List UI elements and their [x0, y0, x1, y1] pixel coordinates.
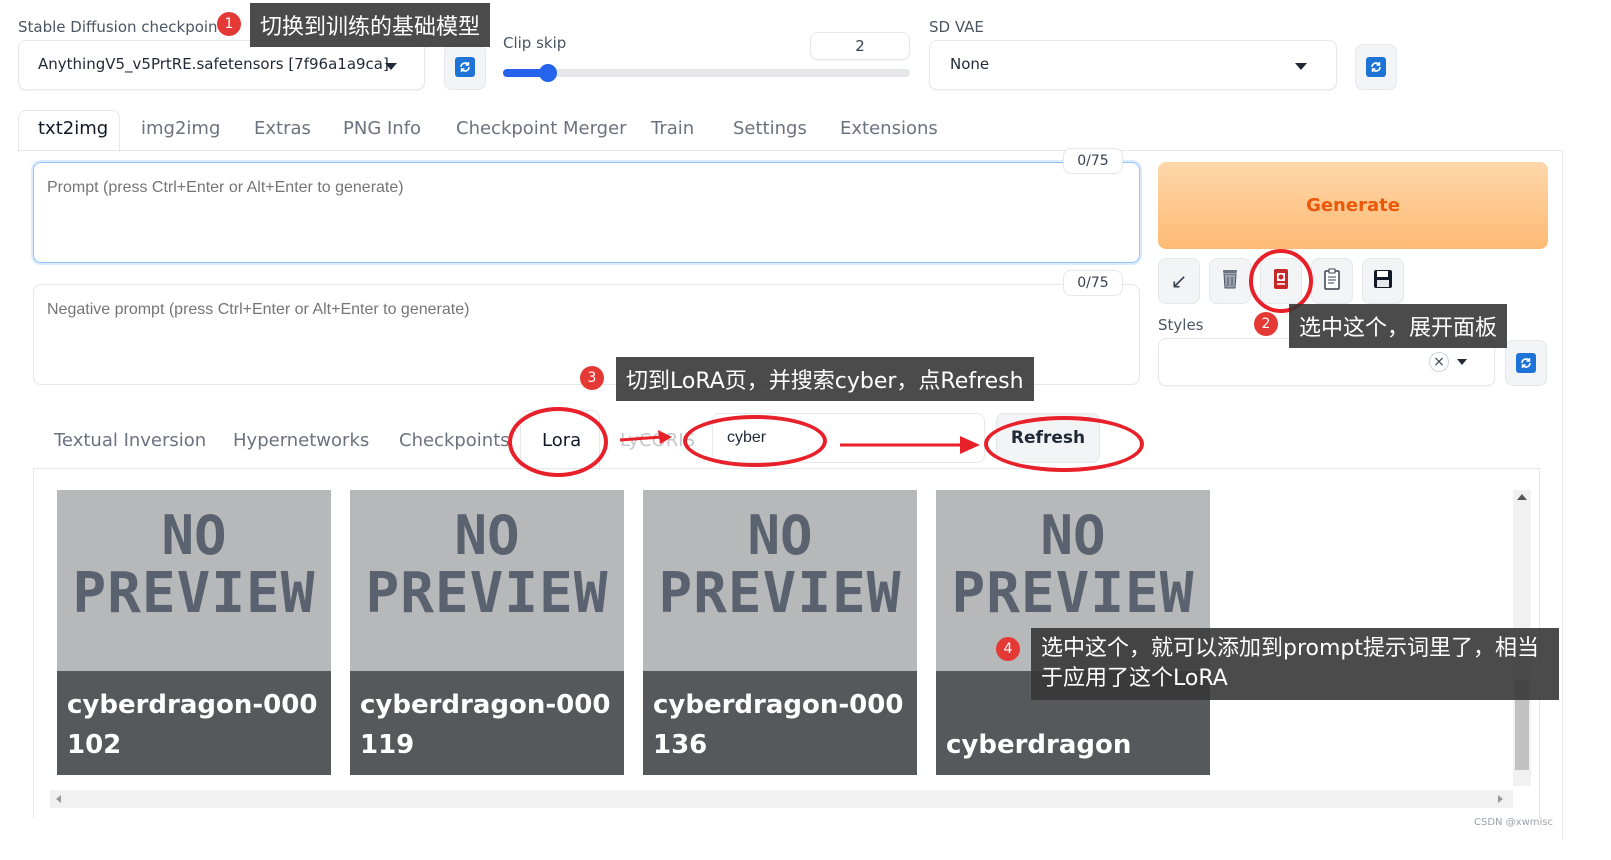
horizontal-scrollbar[interactable] [50, 790, 1513, 808]
lora-card[interactable]: NO PREVIEW cyberdragon-000102 [57, 490, 331, 775]
annotation-badge-3: 3 [580, 366, 604, 390]
no-preview-text-bottom: PREVIEW [658, 561, 902, 626]
styles-refresh-button[interactable] [1505, 340, 1547, 386]
no-preview-placeholder: NO PREVIEW [936, 508, 1210, 624]
clip-skip-handle[interactable] [538, 64, 557, 82]
annotation-badge-4: 4 [996, 637, 1020, 661]
annotation-badge-1: 1 [217, 12, 241, 36]
refresh-icon [455, 57, 475, 77]
annotation-callout-1: 切换到训练的基础模型 [250, 3, 491, 47]
checkpoint-refresh-button[interactable] [444, 44, 486, 90]
vae-value: None [950, 55, 990, 73]
clipboard-icon [1322, 268, 1342, 295]
tabs-divider [18, 150, 1563, 151]
tab-train[interactable]: Train [651, 118, 694, 139]
lora-card[interactable]: NO PREVIEW cyberdragon-000119 [350, 490, 624, 775]
annotation-badge-2: 2 [1254, 312, 1278, 336]
no-preview-text-bottom: PREVIEW [365, 561, 609, 626]
refresh-icon [1366, 57, 1386, 77]
tab-extras[interactable]: Extras [254, 118, 311, 139]
arrow-down-left-icon: ↙ [1170, 269, 1188, 293]
highlight-circle [508, 407, 608, 477]
tab-txt2img[interactable]: txt2img [38, 118, 108, 139]
annotation-callout-2: 选中这个，展开面板 [1289, 304, 1508, 348]
no-preview-text-bottom: PREVIEW [72, 561, 316, 626]
no-preview-text-top: NO [747, 504, 813, 567]
prompt-token-counter: 0/75 [1063, 148, 1123, 174]
no-preview-placeholder: NO PREVIEW [57, 508, 331, 624]
checkpoint-label: Stable Diffusion checkpoint [18, 18, 224, 36]
read-params-button[interactable]: ↙ [1158, 258, 1200, 304]
lora-card-name: cyberdragon-000102 [57, 671, 331, 775]
prompt-input[interactable] [33, 162, 1140, 263]
chevron-down-icon [1295, 63, 1307, 70]
styles-clear-button[interactable]: × [1429, 352, 1449, 372]
panel-left-border [33, 468, 34, 818]
annotation-callout-3: 切到LoRA页，并搜索cyber，点Refresh [616, 357, 1034, 401]
clip-skip-number[interactable]: 2 [810, 32, 910, 60]
tab-hypernetworks[interactable]: Hypernetworks [233, 430, 369, 451]
annotation-arrows [619, 430, 980, 454]
panel-top-divider [33, 468, 1540, 469]
lora-card[interactable]: NO PREVIEW cyberdragon-000136 [643, 490, 917, 775]
tab-checkpoint-merger[interactable]: Checkpoint Merger [456, 118, 627, 139]
no-preview-placeholder: NO PREVIEW [643, 508, 917, 624]
apply-style-button[interactable] [1311, 258, 1353, 304]
refresh-icon [1516, 353, 1536, 373]
checkpoint-dropdown[interactable]: AnythingV5_v5PrtRE.safetensors [7f96a1a9… [18, 40, 425, 90]
tab-img2img[interactable]: img2img [141, 118, 220, 139]
no-preview-text-top: NO [454, 504, 520, 567]
chevron-down-icon [1457, 359, 1467, 365]
annotation-callout-4: 选中这个，就可以添加到prompt提示词里了，相当于应用了这个LoRA [1031, 628, 1559, 700]
highlight-circle [984, 416, 1144, 472]
clip-skip-slider[interactable] [503, 64, 910, 82]
trash-icon [1220, 268, 1240, 295]
arrow-head-1 [658, 430, 672, 444]
checkpoint-value: AnythingV5_v5PrtRE.safetensors [7f96a1a9… [38, 55, 389, 73]
styles-label: Styles [1158, 316, 1204, 334]
no-preview-placeholder: NO PREVIEW [350, 508, 624, 624]
lora-card-name: cyberdragon-000119 [350, 671, 624, 775]
lora-card-name: cyberdragon-000136 [643, 671, 917, 775]
vae-label: SD VAE [929, 18, 984, 36]
clear-prompt-button[interactable] [1209, 258, 1251, 304]
watermark: CSDN @xwmisc [1474, 817, 1554, 828]
arrow-head-2 [960, 436, 980, 454]
tab-extensions[interactable]: Extensions [840, 118, 938, 139]
tab-png-info[interactable]: PNG Info [343, 118, 421, 139]
chevron-down-icon [385, 63, 397, 70]
no-preview-text-bottom: PREVIEW [951, 561, 1195, 626]
vae-dropdown[interactable]: None [929, 40, 1337, 90]
panel-border [1562, 150, 1563, 840]
scroll-left-arrow-icon[interactable] [56, 795, 61, 803]
clip-skip-value: 2 [855, 37, 865, 55]
no-preview-text-top: NO [161, 504, 227, 567]
arrow-line-1 [619, 435, 663, 442]
scroll-right-arrow-icon[interactable] [1498, 795, 1503, 803]
save-style-button[interactable] [1362, 258, 1404, 304]
scroll-up-arrow-icon[interactable] [1517, 494, 1527, 500]
clip-skip-fill [503, 69, 544, 77]
vae-refresh-button[interactable] [1355, 44, 1397, 90]
floppy-disk-icon [1373, 269, 1393, 294]
no-preview-text-top: NO [1040, 504, 1106, 567]
clip-skip-label: Clip skip [503, 34, 567, 52]
negative-prompt-token-counter: 0/75 [1063, 270, 1123, 296]
tab-textual-inversion[interactable]: Textual Inversion [54, 430, 206, 451]
tab-checkpoints[interactable]: Checkpoints [399, 430, 510, 451]
generate-button[interactable]: Generate [1158, 162, 1548, 249]
tab-settings[interactable]: Settings [733, 118, 807, 139]
